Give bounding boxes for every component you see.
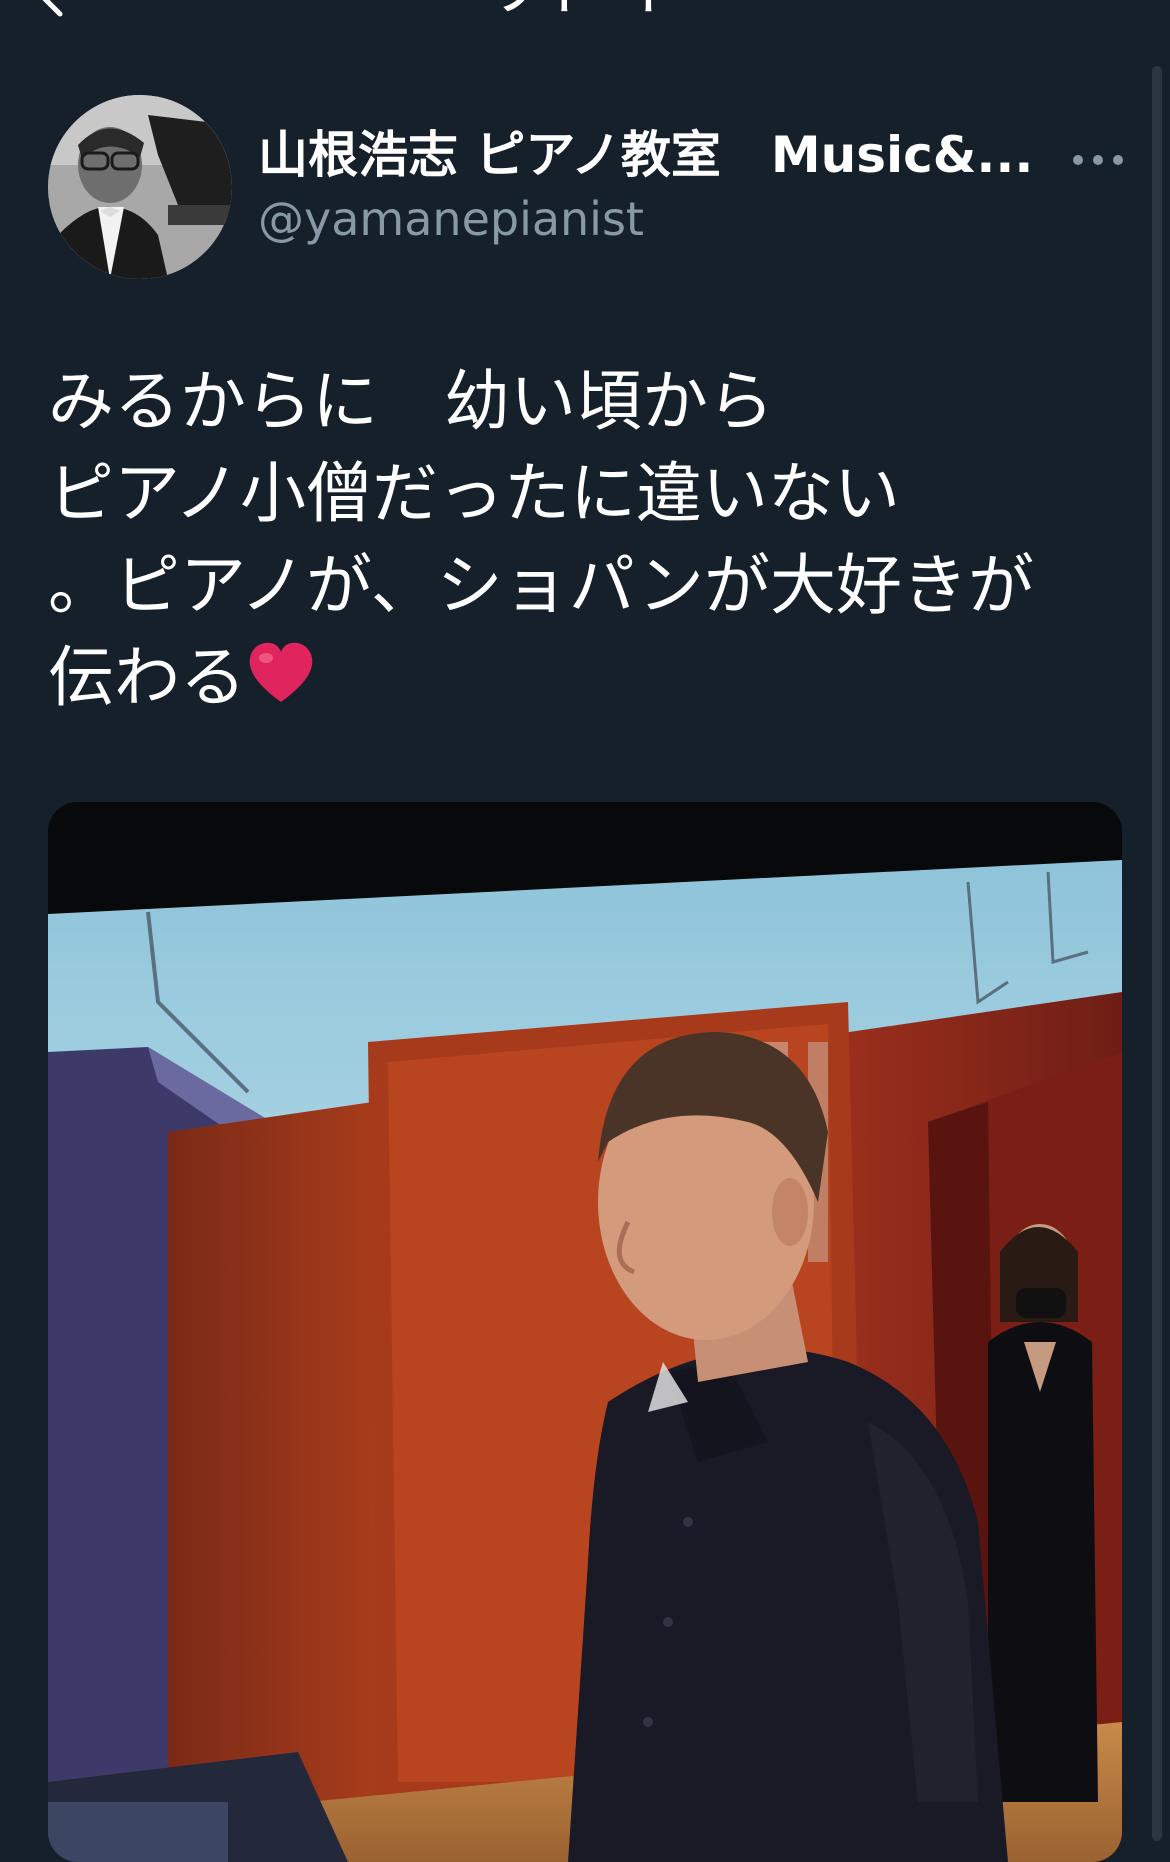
author-handle[interactable]: @yamanepianist bbox=[258, 191, 644, 247]
scrollbar[interactable] bbox=[1152, 66, 1162, 1841]
page-title: ツイート bbox=[0, 0, 1170, 16]
heart-icon bbox=[249, 642, 313, 702]
tweet-text-segment: 伝わる bbox=[48, 639, 246, 716]
tweet-photo[interactable] bbox=[48, 802, 1122, 1862]
tweet-text-line: ピアノ小僧だったに違いない bbox=[48, 455, 901, 532]
tweet-text: みるからに 幼い頃から ピアノ小僧だったに違いない 。ピアノが、ショパンが大好き… bbox=[48, 356, 1138, 724]
tweet-photo-image bbox=[48, 802, 1122, 1862]
tweet-text-line: 。ピアノが、ショパンが大好きが bbox=[48, 547, 1035, 624]
author-name[interactable]: 山根浩志 ピアノ教室 Music&... bbox=[258, 125, 1098, 185]
tweet-text-line: みるからに 幼い頃から bbox=[48, 363, 774, 440]
top-navigation-bar: ツイート bbox=[0, 0, 1170, 40]
tweet-header: 山根浩志 ピアノ教室 Music&... @yamanepianist bbox=[48, 95, 1128, 280]
more-horizontal-icon[interactable] bbox=[1070, 145, 1126, 175]
avatar-photo bbox=[48, 95, 232, 279]
avatar[interactable] bbox=[48, 95, 232, 279]
tweet-text-line: 伝わる bbox=[48, 632, 1138, 724]
